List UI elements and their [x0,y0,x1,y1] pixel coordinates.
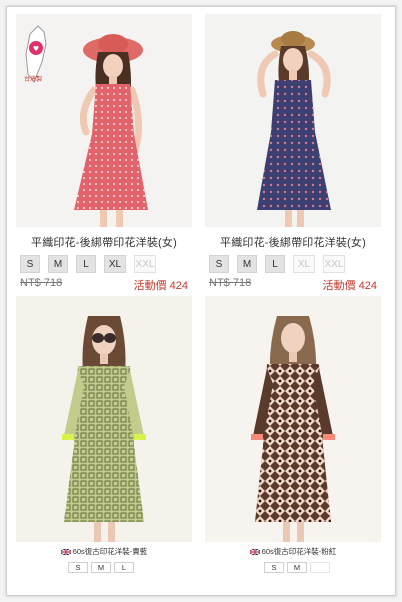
svg-text:♥: ♥ [33,45,39,53]
size-option-l[interactable]: L [265,255,285,273]
size-option-xxl: XXL [323,255,345,273]
product-title[interactable]: 平織印花-後綁帶印花洋裝(女) [205,234,381,250]
size-option-m[interactable]: M [91,562,111,573]
product-photo[interactable]: ♥ 台灣製 [16,14,192,227]
original-price: NT$ 718 [209,277,252,289]
size-option-s[interactable]: S [20,255,40,273]
size-option-s[interactable]: S [68,562,88,573]
size-option-m[interactable]: M [237,255,257,273]
size-option-m[interactable]: M [287,562,307,573]
product-title[interactable]: 60s復古印花洋裝-賣藍 [16,546,192,557]
product-photo[interactable] [205,296,381,542]
product-card[interactable]: 60s復古印花洋裝-賣藍 S M L [16,296,192,586]
sale-price: 活動價 424 [322,280,377,292]
price-row: NT$ 718 活動價 424 [20,277,188,292]
size-option-xl: XL [293,255,315,273]
size-options: S M [264,562,333,573]
size-option-s[interactable]: S [209,255,229,273]
size-option-xxl: XXL [134,255,156,273]
size-options: S M L [68,562,137,573]
product-title-text: 60s復古印花洋裝-賣藍 [72,547,148,556]
product-photo[interactable] [205,14,381,227]
uk-flag-icon [60,548,71,555]
product-title[interactable]: 平織印花-後綁帶印花洋裝(女) [16,234,192,250]
product-card[interactable]: 平織印花-後綁帶印花洋裝(女) S M L XL XXL NT$ 718 活動價… [205,14,381,299]
product-card[interactable]: ♥ 台灣製 平織印花-後綁帶印花洋裝(女) S M L XL XXL NT$ 7… [16,14,192,299]
size-option-l[interactable]: L [114,562,134,573]
original-price: NT$ 718 [20,277,63,289]
size-options: S M L XL XXL [209,255,345,273]
size-option-l [310,562,330,573]
badge-label: 台灣製 [24,77,43,83]
product-title-text: 60s復古印花洋裝-粉紅 [261,547,337,556]
size-option-m[interactable]: M [48,255,68,273]
product-card[interactable]: 60s復古印花洋裝-粉紅 S M [205,296,381,586]
price-row: NT$ 718 活動價 424 [209,277,377,292]
sale-price: 活動價 424 [133,280,188,292]
size-option-l[interactable]: L [76,255,96,273]
uk-flag-icon [249,548,260,555]
product-photo[interactable] [16,296,192,542]
size-option-xl[interactable]: XL [104,255,126,273]
product-title[interactable]: 60s復古印花洋裝-粉紅 [205,546,381,557]
size-options: S M L XL XXL [20,255,156,273]
size-option-s[interactable]: S [264,562,284,573]
